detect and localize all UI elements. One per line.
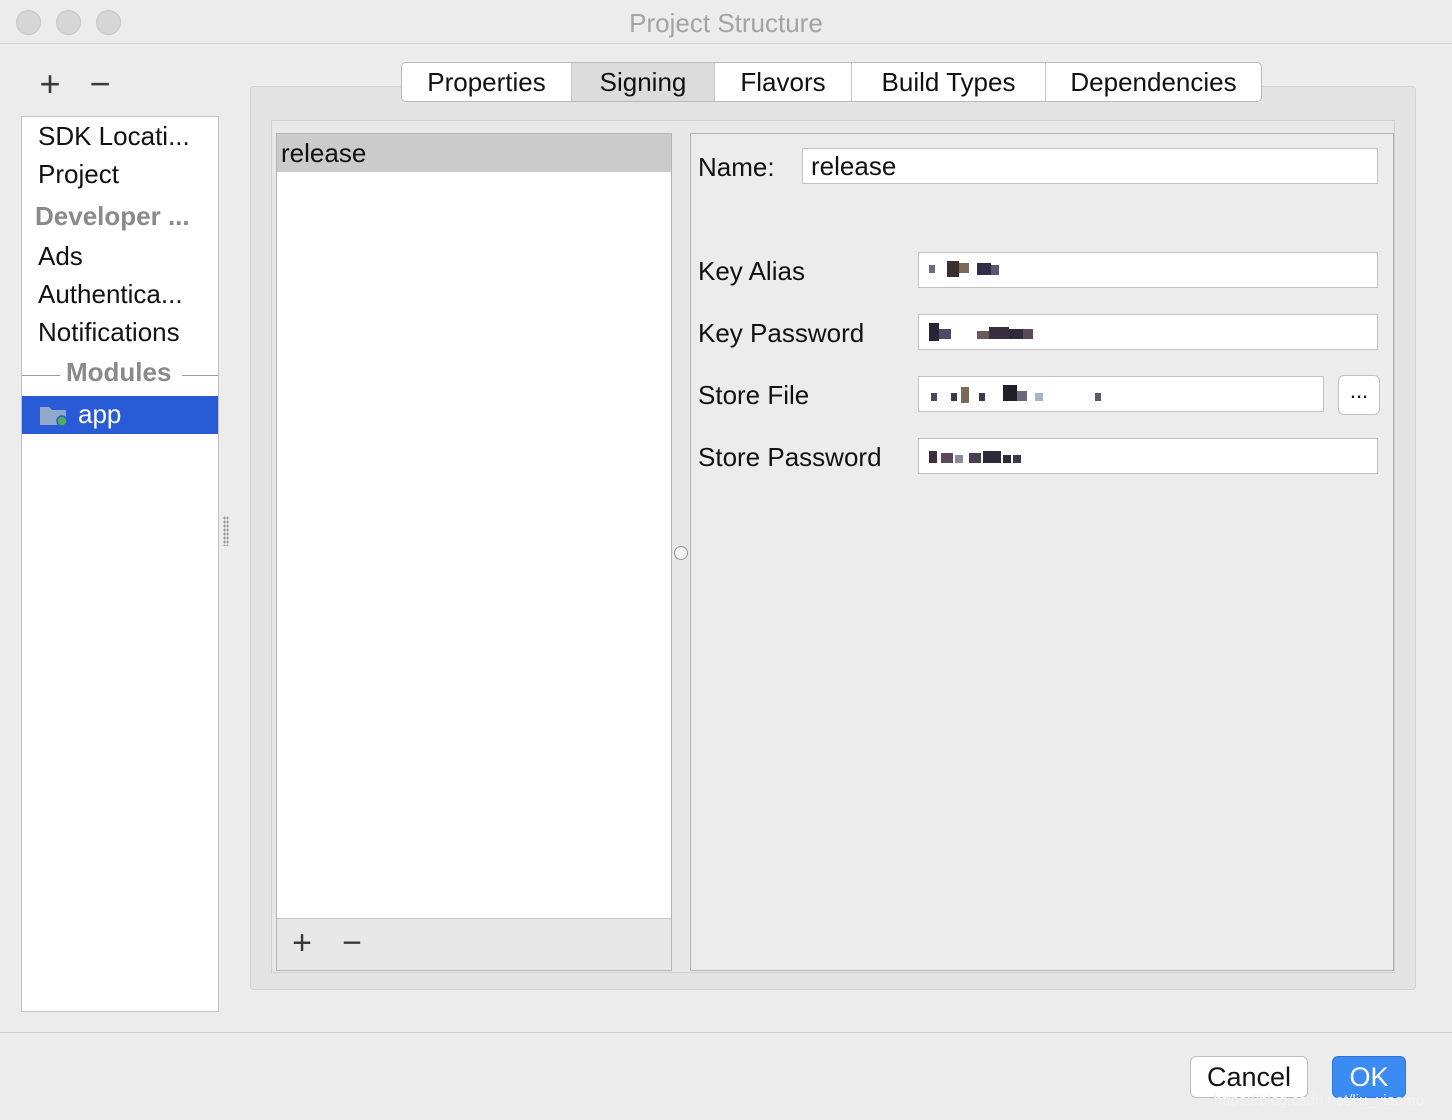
name-field[interactable]: release xyxy=(802,148,1378,184)
redacted-value xyxy=(925,383,1125,405)
tab-build-types[interactable]: Build Types xyxy=(852,63,1046,101)
sidebar-item-ads[interactable]: Ads xyxy=(38,241,83,272)
sidebar-resize-handle[interactable] xyxy=(223,516,229,546)
name-label: Name: xyxy=(698,152,775,182)
sidebar-item-sdk-location[interactable]: SDK Locati... xyxy=(38,121,190,152)
signing-config-list: release + − xyxy=(276,133,672,971)
browse-store-file-button[interactable]: ... xyxy=(1338,375,1380,415)
key-password-label: Key Password xyxy=(698,318,865,348)
key-password-field[interactable] xyxy=(918,314,1378,350)
tab-flavors[interactable]: Flavors xyxy=(715,63,852,101)
store-password-field[interactable] xyxy=(918,438,1378,474)
module-folder-icon xyxy=(40,407,67,426)
key-alias-field[interactable] xyxy=(918,252,1378,288)
list-item[interactable]: release xyxy=(277,134,671,172)
redacted-value xyxy=(925,445,1055,467)
sidebar-item-label: app xyxy=(78,399,122,429)
key-alias-label: Key Alias xyxy=(698,256,805,286)
sidebar-item-authentication[interactable]: Authentica... xyxy=(38,279,183,310)
tab-properties[interactable]: Properties xyxy=(402,63,572,101)
sidebar-remove-button[interactable]: − xyxy=(85,66,115,102)
sidebar-item-notifications[interactable]: Notifications xyxy=(38,317,180,348)
sidebar-item-project[interactable]: Project xyxy=(38,159,119,190)
signing-list-toolbar: + − xyxy=(277,918,671,970)
store-file-label: Store File xyxy=(698,380,810,410)
sidebar-heading-developer-services: Developer ... xyxy=(35,201,190,231)
tab-bar: Properties Signing Flavors Build Types D… xyxy=(401,62,1262,102)
store-file-field[interactable] xyxy=(918,376,1324,412)
sidebar: SDK Locati... Project Developer ... Ads … xyxy=(21,116,219,1012)
sidebar-item-app[interactable]: app xyxy=(22,396,218,434)
redacted-value xyxy=(925,259,1015,281)
title-bar: Project Structure xyxy=(0,0,1452,44)
add-signing-config-button[interactable]: + xyxy=(287,925,317,961)
remove-signing-config-button[interactable]: − xyxy=(337,925,367,961)
modules-heading: Modules xyxy=(66,357,172,387)
modules-separator: Modules xyxy=(22,357,218,393)
signing-config-label: release xyxy=(281,138,367,168)
window-title: Project Structure xyxy=(629,8,823,38)
split-pane-divider-handle[interactable] xyxy=(674,546,688,560)
tab-signing[interactable]: Signing xyxy=(572,63,715,101)
store-password-label: Store Password xyxy=(698,442,882,472)
sidebar-add-button[interactable]: + xyxy=(35,66,65,102)
tab-dependencies[interactable]: Dependencies xyxy=(1046,63,1261,101)
watermark: https://blog.csdn.net/liu_xiaomo xyxy=(1214,1092,1425,1109)
signing-config-form: Name: release Key Alias Key Password Sto… xyxy=(690,133,1394,971)
footer-separator xyxy=(0,1032,1452,1033)
redacted-value xyxy=(925,321,1045,343)
